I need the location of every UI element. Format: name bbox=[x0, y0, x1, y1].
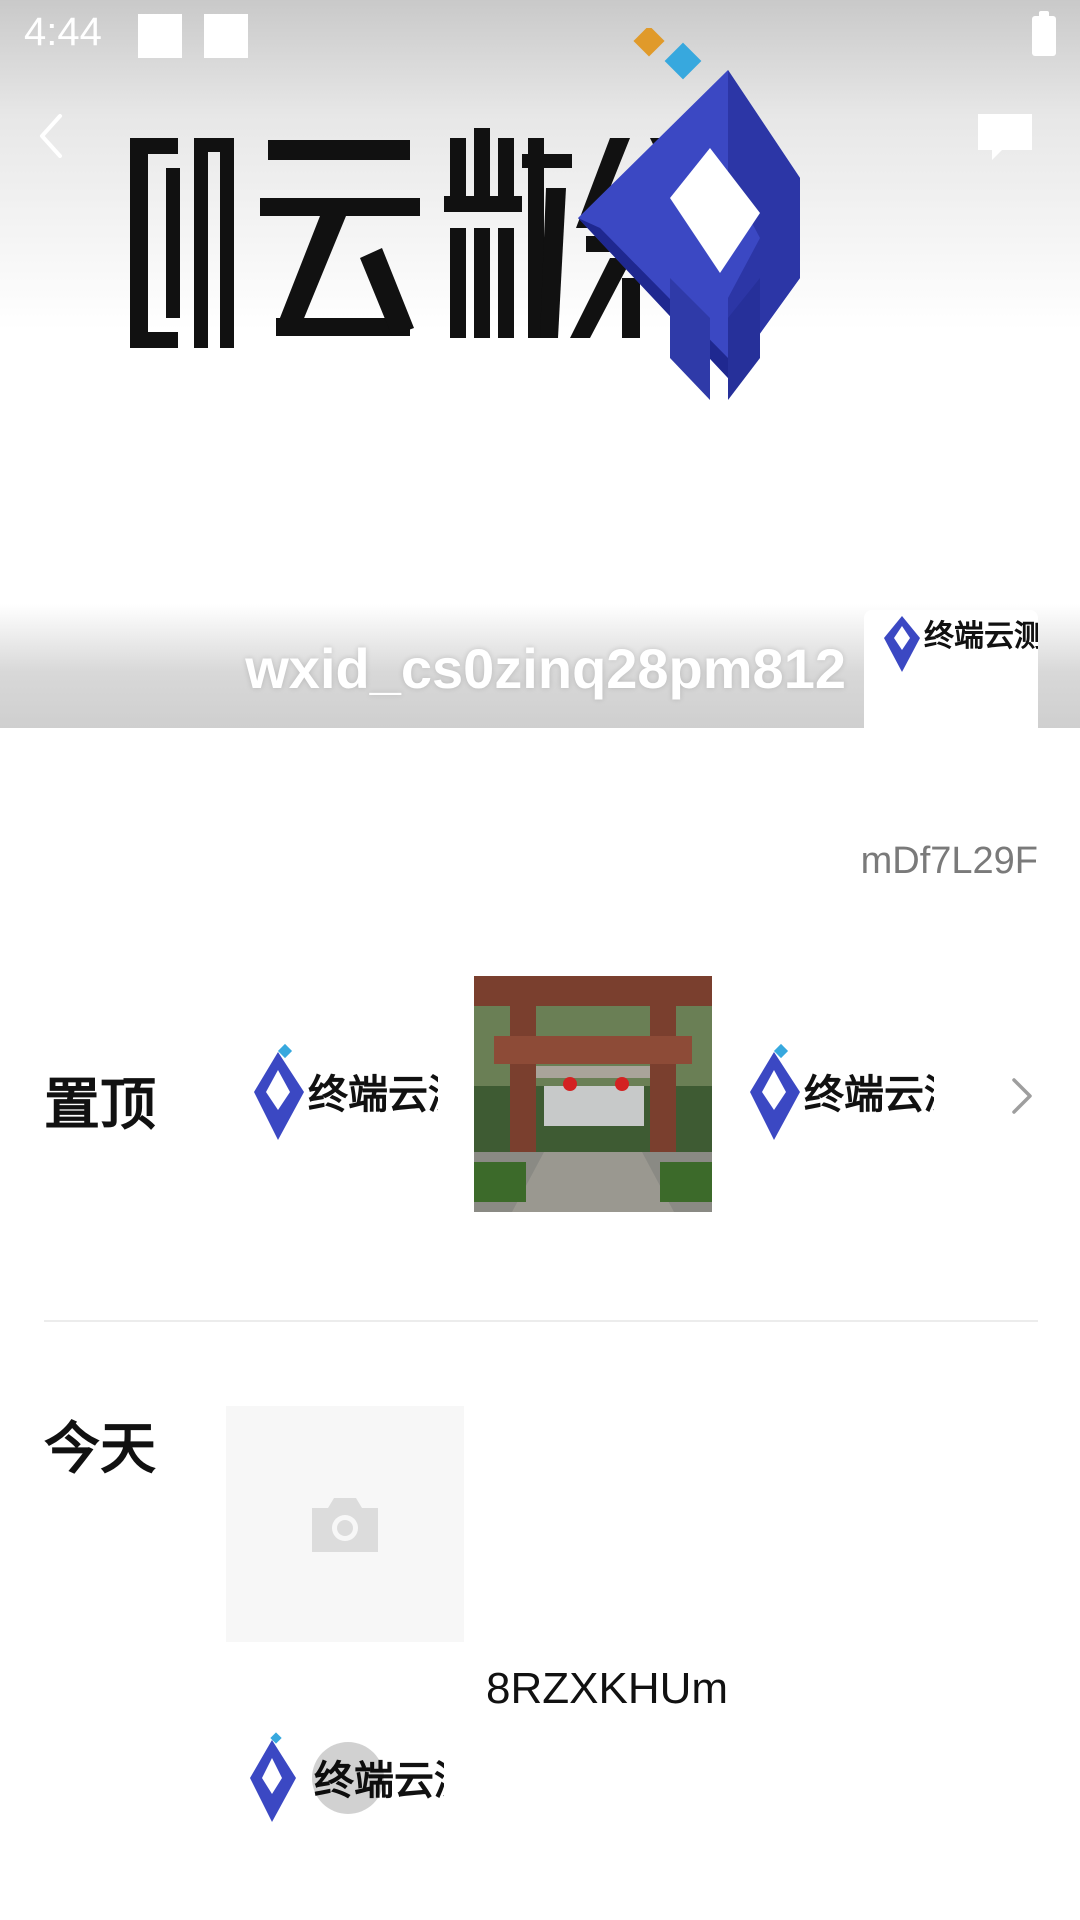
play-icon[interactable] bbox=[312, 1742, 384, 1814]
camera-icon bbox=[312, 1498, 378, 1552]
username: wxid_cs0zinq28pm812 bbox=[245, 637, 846, 700]
pinned-photo[interactable] bbox=[474, 976, 712, 1212]
avatar[interactable]: 终端云测 bbox=[864, 610, 1038, 728]
gate-photo bbox=[474, 976, 712, 1212]
pinned-logo: 终端云测 bbox=[750, 1043, 934, 1140]
status-time: 4:44 bbox=[24, 10, 102, 54]
chevron-left-icon bbox=[40, 114, 62, 158]
chevron-right-icon bbox=[1012, 1078, 1032, 1114]
pinned-item[interactable]: 终端云测 bbox=[744, 1000, 934, 1190]
avatar-logo-text: 终端云测 bbox=[924, 619, 1038, 654]
pinned-logo-text: 终端云测 bbox=[804, 1072, 934, 1118]
post-text[interactable]: 8RZXKHUm bbox=[486, 1664, 728, 1714]
comments-button[interactable] bbox=[972, 104, 1038, 170]
pinned-logo: 终端云测 bbox=[254, 1043, 438, 1140]
battery-icon bbox=[1032, 11, 1056, 56]
post-camera-button[interactable] bbox=[226, 1406, 464, 1642]
cover-logo bbox=[130, 28, 800, 400]
status-bar: 4:44 bbox=[0, 0, 1080, 72]
pinned-more-button[interactable] bbox=[1006, 1074, 1036, 1118]
section-divider bbox=[44, 1320, 1038, 1322]
profile-signature: mDf7L29F bbox=[860, 840, 1038, 882]
today-label: 今天 bbox=[44, 1417, 156, 1482]
avatar-logo: 终端云测 bbox=[884, 616, 1038, 672]
notification-icon bbox=[204, 14, 248, 58]
chat-bubble-icon bbox=[978, 114, 1032, 160]
back-button[interactable] bbox=[28, 100, 84, 172]
pinned-logo-text: 终端云测 bbox=[308, 1072, 438, 1118]
notification-icon bbox=[138, 14, 182, 58]
pinned-item[interactable]: 终端云测 bbox=[248, 1000, 438, 1190]
pinned-label: 置顶 bbox=[44, 1073, 156, 1138]
